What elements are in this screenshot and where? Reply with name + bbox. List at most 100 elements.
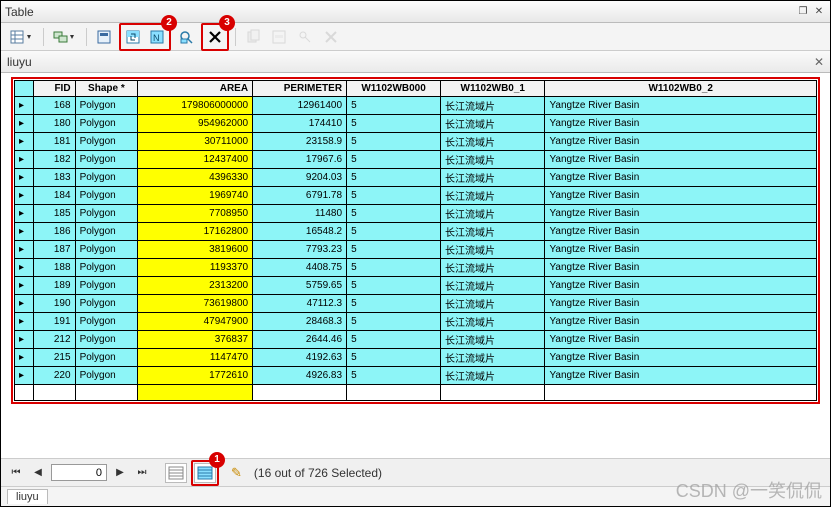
cell-perimeter[interactable]: 4408.75 <box>253 259 347 277</box>
cell-w01[interactable]: 长江流域片 <box>441 133 545 151</box>
edit-pencil-icon[interactable]: ✎ <box>231 465 242 481</box>
cell-w02[interactable]: Yangtze River Basin <box>545 187 817 205</box>
cell-perimeter[interactable]: 7793.23 <box>253 241 347 259</box>
row-selector[interactable]: ▸ <box>15 277 34 295</box>
cell-fid[interactable]: 168 <box>33 97 75 115</box>
table-options-button[interactable] <box>7 26 37 48</box>
cell-w000[interactable]: 5 <box>347 259 441 277</box>
row-selector[interactable]: ▸ <box>15 205 34 223</box>
table-row[interactable]: ▸191Polygon4794790028468.35长江流域片Yangtze … <box>15 313 817 331</box>
table-row[interactable]: ▸181Polygon3071100023158.95长江流域片Yangtze … <box>15 133 817 151</box>
cell-shape[interactable]: Polygon <box>75 367 138 385</box>
cell-w01[interactable]: 长江流域片 <box>441 295 545 313</box>
cell-w01[interactable]: 长江流域片 <box>441 349 545 367</box>
cell-fid[interactable]: 189 <box>33 277 75 295</box>
cell-w000[interactable]: 5 <box>347 133 441 151</box>
cell-shape[interactable]: Polygon <box>75 349 138 367</box>
layer-tab[interactable]: liuyu <box>7 55 32 69</box>
cell-fid[interactable]: 215 <box>33 349 75 367</box>
cell-perimeter[interactable]: 6791.78 <box>253 187 347 205</box>
cell-w02[interactable]: Yangtze River Basin <box>545 331 817 349</box>
cell-w02[interactable]: Yangtze River Basin <box>545 277 817 295</box>
cell-area[interactable]: 7708950 <box>138 205 253 223</box>
cell-shape[interactable]: Polygon <box>75 241 138 259</box>
cell-perimeter[interactable]: 16548.2 <box>253 223 347 241</box>
cell-perimeter[interactable]: 47112.3 <box>253 295 347 313</box>
cell-perimeter[interactable]: 4192.63 <box>253 349 347 367</box>
cell-shape[interactable]: Polygon <box>75 331 138 349</box>
col-header-shape[interactable]: Shape * <box>75 81 138 97</box>
cell-shape[interactable]: Polygon <box>75 223 138 241</box>
cell-w02[interactable]: Yangtze River Basin <box>545 151 817 169</box>
table-row[interactable]: ▸212Polygon3768372644.465长江流域片Yangtze Ri… <box>15 331 817 349</box>
nav-next-icon[interactable]: ▶ <box>111 464 129 482</box>
cell-perimeter[interactable]: 4926.83 <box>253 367 347 385</box>
cell-w01[interactable]: 长江流域片 <box>441 169 545 187</box>
row-selector[interactable]: ▸ <box>15 241 34 259</box>
col-header-perimeter[interactable]: PERIMETER <box>253 81 347 97</box>
row-selector[interactable]: ▸ <box>15 367 34 385</box>
row-selector[interactable]: ▸ <box>15 169 34 187</box>
table-row[interactable]: ▸190Polygon7361980047112.35长江流域片Yangtze … <box>15 295 817 313</box>
cell-w01[interactable]: 长江流域片 <box>441 97 545 115</box>
table-row[interactable]: ▸188Polygon11933704408.755长江流域片Yangtze R… <box>15 259 817 277</box>
cell-area[interactable]: 12437400 <box>138 151 253 169</box>
row-selector[interactable]: ▸ <box>15 331 34 349</box>
nav-prev-icon[interactable]: ◀ <box>29 464 47 482</box>
table-row[interactable]: ▸182Polygon1243740017967.65长江流域片Yangtze … <box>15 151 817 169</box>
cell-perimeter[interactable]: 17967.6 <box>253 151 347 169</box>
table-row[interactable]: ▸168Polygon179806000000129614005长江流域片Yan… <box>15 97 817 115</box>
cell-perimeter[interactable]: 23158.9 <box>253 133 347 151</box>
cell-area[interactable]: 30711000 <box>138 133 253 151</box>
restore-icon[interactable]: ❐ <box>796 5 810 19</box>
table-row[interactable]: ▸220Polygon17726104926.835长江流域片Yangtze R… <box>15 367 817 385</box>
cell-w01[interactable]: 长江流域片 <box>441 205 545 223</box>
cell-area[interactable]: 73619800 <box>138 295 253 313</box>
col-header-w02[interactable]: W1102WB0_2 <box>545 81 817 97</box>
cell-w02[interactable]: Yangtze River Basin <box>545 259 817 277</box>
cell-perimeter[interactable]: 11480 <box>253 205 347 223</box>
col-header-fid[interactable]: FID <box>33 81 75 97</box>
cell-w02[interactable]: Yangtze River Basin <box>545 367 817 385</box>
cell-w000[interactable]: 5 <box>347 331 441 349</box>
cell-area[interactable]: 1193370 <box>138 259 253 277</box>
cell-area[interactable]: 1772610 <box>138 367 253 385</box>
cell-w000[interactable]: 5 <box>347 115 441 133</box>
cell-w000[interactable]: 5 <box>347 313 441 331</box>
record-number-input[interactable] <box>51 464 107 481</box>
col-header-w01[interactable]: W1102WB0_1 <box>441 81 545 97</box>
cell-perimeter[interactable]: 5759.65 <box>253 277 347 295</box>
cell-shape[interactable]: Polygon <box>75 205 138 223</box>
cell-area[interactable]: 954962000 <box>138 115 253 133</box>
zoom-to-selected-button[interactable] <box>175 26 197 48</box>
cell-w000[interactable]: 5 <box>347 241 441 259</box>
cell-w02[interactable]: Yangtze River Basin <box>545 169 817 187</box>
cell-fid[interactable]: 220 <box>33 367 75 385</box>
cell-perimeter[interactable]: 28468.3 <box>253 313 347 331</box>
tab-close-icon[interactable]: ✕ <box>814 55 824 69</box>
cell-perimeter[interactable]: 12961400 <box>253 97 347 115</box>
cell-shape[interactable]: Polygon <box>75 115 138 133</box>
bottom-tab[interactable]: liuyu <box>7 489 48 504</box>
nav-last-icon[interactable]: ⏭ <box>133 464 151 482</box>
row-selector[interactable]: ▸ <box>15 223 34 241</box>
cell-shape[interactable]: Polygon <box>75 151 138 169</box>
row-selector[interactable]: ▸ <box>15 97 34 115</box>
cell-fid[interactable]: 190 <box>33 295 75 313</box>
cell-w000[interactable]: 5 <box>347 97 441 115</box>
cell-w000[interactable]: 5 <box>347 205 441 223</box>
row-selector[interactable]: ▸ <box>15 151 34 169</box>
cell-shape[interactable]: Polygon <box>75 313 138 331</box>
cell-fid[interactable]: 182 <box>33 151 75 169</box>
cell-shape[interactable]: Polygon <box>75 133 138 151</box>
attribute-table[interactable]: FID Shape * AREA PERIMETER W1102WB000 W1… <box>14 80 817 401</box>
cell-w01[interactable]: 长江流域片 <box>441 151 545 169</box>
cell-w000[interactable]: 5 <box>347 367 441 385</box>
row-selector[interactable]: ▸ <box>15 133 34 151</box>
row-selector[interactable]: ▸ <box>15 349 34 367</box>
close-icon[interactable]: ✕ <box>812 5 826 19</box>
cell-w02[interactable]: Yangtze River Basin <box>545 115 817 133</box>
table-row[interactable]: ▸215Polygon11474704192.635长江流域片Yangtze R… <box>15 349 817 367</box>
row-selector-header[interactable] <box>15 81 34 97</box>
cell-shape[interactable]: Polygon <box>75 277 138 295</box>
